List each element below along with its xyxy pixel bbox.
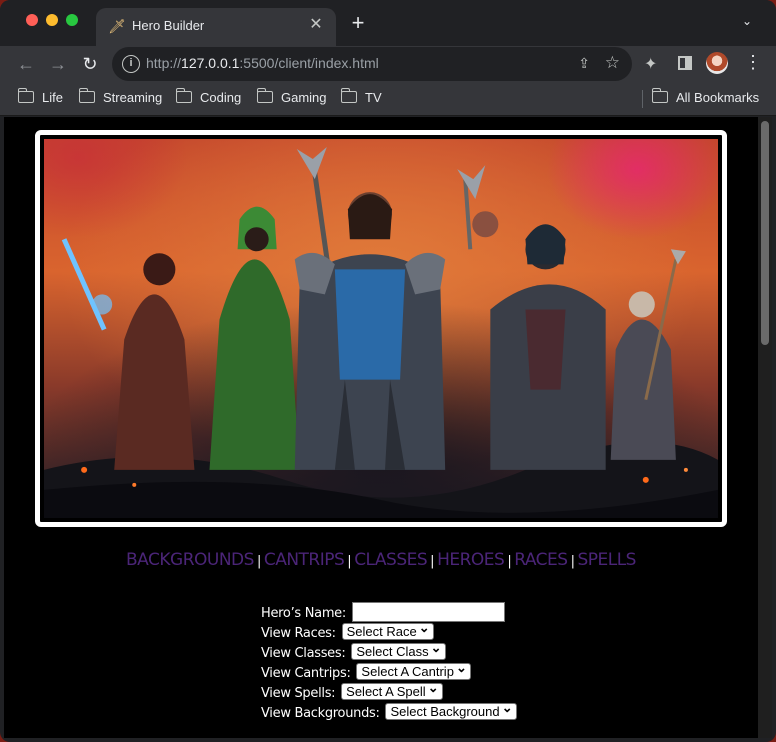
kebab-menu-icon[interactable]: ⋮ — [744, 52, 762, 73]
races-row: View Races: Select Race — [261, 620, 517, 642]
nav-separator: | — [256, 554, 261, 569]
folder-icon — [256, 88, 273, 103]
close-icon[interactable]: ✕ — [306, 15, 326, 35]
all-bookmarks[interactable]: All Bookmarks — [651, 88, 759, 105]
page-content: BACKGROUNDS | CANTRIPS | CLASSES | HEROES | RACE… — [4, 117, 758, 738]
spells-row: View Spells: Select A Spell — [261, 680, 517, 702]
bookmark-tv[interactable]: TV — [340, 88, 382, 105]
nav-cantrips[interactable]: CANTRIPS — [264, 550, 345, 570]
folder-icon — [17, 88, 34, 103]
nav-heroes[interactable]: HEROES — [437, 550, 505, 570]
bookmark-gaming[interactable]: Gaming — [256, 88, 327, 105]
tab-strip: 🗡 Hero Builder ✕ + ⌄ — [0, 0, 776, 46]
browser-window: 🗡 Hero Builder ✕ + ⌄ ← → ↻ i http://127.… — [0, 0, 776, 742]
bookmark-life[interactable]: Life — [17, 88, 63, 105]
backgrounds-label: View Backgrounds: — [261, 706, 380, 721]
nav-separator: | — [570, 554, 575, 569]
races-select[interactable]: Select Race — [341, 620, 434, 640]
minimize-window-button[interactable] — [46, 14, 58, 26]
info-icon[interactable]: i — [122, 55, 140, 73]
side-panel-icon[interactable] — [678, 56, 692, 70]
nav-races[interactable]: RACES — [514, 550, 568, 570]
backgrounds-select[interactable]: Select Background — [385, 700, 517, 720]
bookmark-streaming[interactable]: Streaming — [78, 88, 162, 105]
bookmark-coding[interactable]: Coding — [175, 88, 241, 105]
hero-banner-image — [44, 139, 718, 518]
page-scrollbar[interactable] — [758, 117, 772, 738]
hero-name-label: Hero’s Name: — [261, 606, 346, 621]
cantrips-row: View Cantrips: Select A Cantrip — [261, 660, 517, 682]
folder-icon — [651, 88, 668, 103]
folder-icon — [340, 88, 357, 103]
cantrips-select[interactable]: Select A Cantrip — [356, 660, 471, 680]
url-text[interactable]: http://127.0.0.1:5500/client/index.html — [146, 55, 379, 71]
bookmarks-bar: Life Streaming Coding Gaming TV All Book… — [0, 82, 776, 116]
hero-name-row: Hero’s Name: — [261, 602, 517, 622]
hero-banner-frame — [35, 130, 727, 527]
new-tab-button[interactable]: + — [346, 12, 370, 34]
spells-label: View Spells: — [261, 686, 336, 701]
nav-separator: | — [430, 554, 435, 569]
reload-icon[interactable]: ↻ — [78, 52, 102, 76]
classes-label: View Classes: — [261, 646, 346, 661]
hero-form: Hero’s Name: View Races: Select Race Vie… — [261, 602, 517, 722]
maximize-window-button[interactable] — [66, 14, 78, 26]
classes-select[interactable]: Select Class — [351, 640, 446, 660]
arrow-right-icon[interactable]: → — [46, 52, 70, 76]
arrow-left-icon[interactable]: ← — [14, 52, 38, 76]
tab-hero-builder[interactable]: 🗡 Hero Builder ✕ — [96, 8, 336, 46]
share-icon[interactable]: ⇪ — [578, 55, 590, 72]
address-bar[interactable]: i http://127.0.0.1:5500/client/index.htm… — [112, 47, 632, 81]
folder-icon — [78, 88, 95, 103]
classes-row: View Classes: Select Class — [261, 640, 517, 662]
puzzle-icon[interactable]: ✦ — [644, 54, 657, 74]
hero-name-input[interactable] — [351, 602, 505, 622]
spells-select[interactable]: Select A Spell — [341, 680, 443, 700]
tab-title: Hero Builder — [132, 18, 205, 33]
folder-icon — [175, 88, 192, 103]
close-window-button[interactable] — [26, 14, 38, 26]
sword-icon: 🗡 — [108, 18, 126, 34]
avatar[interactable] — [706, 52, 728, 74]
chevron-down-icon[interactable]: ⌄ — [742, 14, 752, 28]
toolbar: ← → ↻ i http://127.0.0.1:5500/client/ind… — [0, 46, 776, 82]
scroll-thumb[interactable] — [761, 121, 769, 345]
backgrounds-row: View Backgrounds: Select Background — [261, 700, 517, 722]
nav-links: BACKGROUNDS | CANTRIPS | CLASSES | HEROES | RACE… — [4, 550, 758, 570]
nav-backgrounds[interactable]: BACKGROUNDS — [126, 550, 254, 570]
nav-spells[interactable]: SPELLS — [577, 550, 636, 570]
nav-classes[interactable]: CLASSES — [354, 550, 427, 570]
races-label: View Races: — [261, 626, 336, 641]
bookmarks-divider — [642, 90, 643, 108]
star-icon[interactable]: ☆ — [605, 53, 620, 73]
nav-separator: | — [347, 554, 352, 569]
cantrips-label: View Cantrips: — [261, 666, 351, 681]
nav-separator: | — [507, 554, 512, 569]
